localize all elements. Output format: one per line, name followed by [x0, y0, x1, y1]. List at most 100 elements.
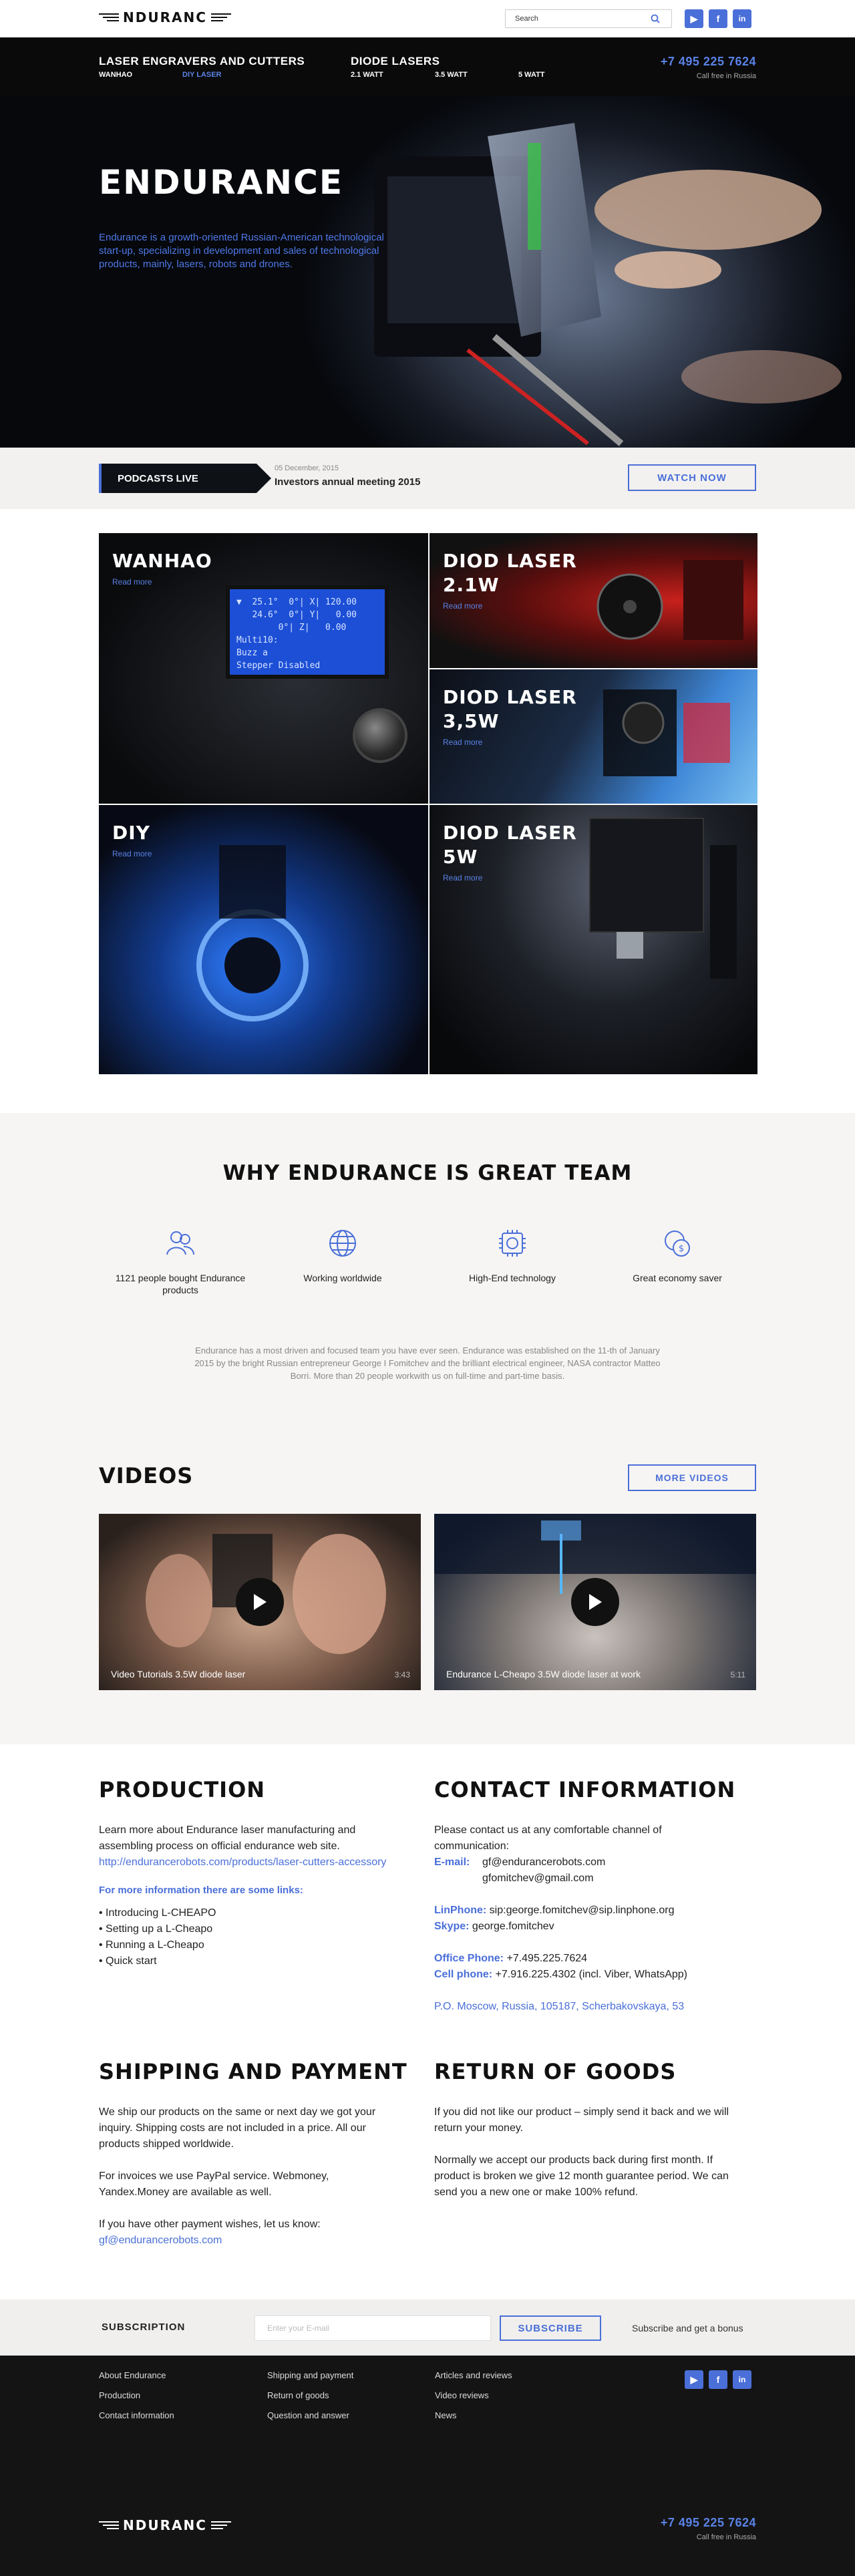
- search-icon[interactable]: [646, 9, 665, 28]
- link-introducing[interactable]: • Introducing L-CHEAPO: [99, 1907, 216, 1919]
- linkedin-icon[interactable]: in: [733, 9, 751, 28]
- feature-label: High-End technology: [469, 1273, 556, 1283]
- nav-diode-lasers[interactable]: DIODE LASERS: [351, 55, 440, 68]
- footer-link[interactable]: Articles and reviews: [435, 2370, 512, 2380]
- why-section: WHY ENDURANCE IS GREAT TEAM 1121 people …: [0, 1113, 855, 1744]
- email-field[interactable]: [254, 2315, 491, 2341]
- facebook-icon[interactable]: f: [709, 9, 727, 28]
- contact-address: P.O. Moscow, Russia, 105187, Scherbakovs…: [434, 2001, 685, 2012]
- logo-text: NDURANC: [123, 9, 207, 25]
- chip-icon: [499, 1230, 526, 1257]
- returns-title: RETURN OF GOODS: [434, 2059, 677, 2084]
- users-icon: [166, 1231, 194, 1255]
- product-tile-diod-3-5w[interactable]: DIOD LASER 3,5W Read more: [430, 669, 757, 804]
- product-tile-diy[interactable]: DIY Read more: [99, 805, 428, 1074]
- youtube-icon[interactable]: ▶: [685, 2370, 703, 2389]
- contact-intro: Please contact us at any comfortable cha…: [434, 1824, 662, 1852]
- contact-cell-phone: Cell phone: +7.916.225.4302 (incl. Viber…: [434, 1969, 688, 1980]
- link-running[interactable]: • Running a L-Cheapo: [99, 1939, 204, 1951]
- product-title: WANHAO: [112, 550, 212, 572]
- nav-laser-engravers[interactable]: LASER ENGRAVERS AND CUTTERS: [99, 55, 305, 68]
- video-caption: Video Tutorials 3.5W diode laser: [111, 1669, 246, 1679]
- footer-link[interactable]: Production: [99, 2390, 174, 2400]
- search-input[interactable]: [506, 15, 646, 23]
- nav-3-5-watt[interactable]: 3.5 WATT: [435, 71, 468, 79]
- feature-item: 1121 people bought Endurance products: [114, 1227, 247, 1296]
- footer-link[interactable]: Return of goods: [267, 2390, 353, 2400]
- links-heading: For more information there are some link…: [99, 1885, 303, 1896]
- footer-phone-block: +7 495 225 7624 Call free in Russia: [661, 2516, 756, 2541]
- nav-diy-laser[interactable]: DIY LASER: [182, 71, 221, 79]
- footer-col-3: Articles and reviews Video reviews News: [435, 2370, 512, 2420]
- shipping-title: SHIPPING AND PAYMENT: [99, 2059, 407, 2084]
- podcast-title[interactable]: Investors annual meeting 2015: [275, 476, 420, 488]
- hero-description: Endurance is a growth-oriented Russian-A…: [99, 232, 384, 270]
- watch-now-button[interactable]: WATCH NOW: [628, 464, 756, 491]
- nav-5-watt[interactable]: 5 WATT: [518, 71, 545, 79]
- read-more-link[interactable]: Read more: [443, 601, 482, 611]
- read-more-link[interactable]: Read more: [112, 577, 152, 587]
- logo-wing-icon: [210, 2521, 231, 2529]
- footer-link[interactable]: Contact information: [99, 2410, 174, 2420]
- video-card[interactable]: Endurance L-Cheapo 3.5W diode laser at w…: [434, 1514, 756, 1690]
- footer-link[interactable]: Question and answer: [267, 2410, 353, 2420]
- footer-link[interactable]: Video reviews: [435, 2390, 512, 2400]
- footer-link[interactable]: Shipping and payment: [267, 2370, 353, 2380]
- svg-text:$: $: [679, 1244, 684, 1254]
- facebook-icon[interactable]: f: [709, 2370, 727, 2389]
- youtube-icon[interactable]: ▶: [685, 9, 703, 28]
- top-bar: NDURANC ▶ f in: [0, 0, 855, 37]
- podcast-date: 05 December, 2015: [275, 464, 339, 472]
- logo-wing-icon: [210, 13, 231, 21]
- footer-link[interactable]: News: [435, 2410, 512, 2420]
- video-caption: Endurance L-Cheapo 3.5W diode laser at w…: [446, 1669, 641, 1679]
- contact-linphone: LinPhone: sip:george.fomitchev@sip.linph…: [434, 1905, 675, 1916]
- product-tile-wanhao[interactable]: ▼ 25.1° 0°| X| 120.00 24.6° 0°| Y| 0.00 …: [99, 533, 428, 804]
- product-tile-diod-2-1w[interactable]: DIOD LASER 2.1W Read more: [430, 533, 757, 668]
- product-title: DIY: [112, 822, 150, 844]
- nav-2-1-watt[interactable]: 2.1 WATT: [351, 71, 383, 79]
- email-link[interactable]: gf@endurancerobots.com: [482, 1855, 605, 1871]
- videos-title: VIDEOS: [99, 1463, 194, 1488]
- hero-banner: ENDURANCE Endurance is a growth-oriented…: [0, 96, 855, 448]
- read-more-link[interactable]: Read more: [443, 873, 482, 882]
- email-link[interactable]: gfomitchev@gmail.com: [482, 1871, 594, 1887]
- footer-link[interactable]: About Endurance: [99, 2370, 174, 2380]
- logo[interactable]: NDURANC: [99, 9, 231, 25]
- linkedin-icon[interactable]: in: [733, 2370, 751, 2389]
- feature-label: Working worldwide: [303, 1273, 382, 1283]
- search-box: [505, 9, 672, 28]
- subscription-note: Subscribe and get a bonus: [632, 2323, 743, 2333]
- nav-wanhao[interactable]: WANHAO: [99, 71, 132, 79]
- logo-text: NDURANC: [123, 2517, 207, 2533]
- footer-col-1: About Endurance Production Contact infor…: [99, 2370, 174, 2420]
- shipping-email-link[interactable]: gf@endurancerobots.com: [99, 2235, 222, 2246]
- fan-illustration: [196, 845, 309, 1021]
- feature-item: Working worldwide: [276, 1227, 409, 1284]
- play-icon[interactable]: [571, 1578, 619, 1626]
- printer-knob: [353, 708, 407, 763]
- product-title: DIOD LASER 5W: [443, 822, 577, 868]
- hero-title: ENDURANCE: [99, 163, 343, 202]
- phone-number[interactable]: +7 495 225 7624: [661, 2516, 756, 2530]
- footer-logo[interactable]: NDURANC: [99, 2517, 231, 2533]
- returns-text-2: Normally we accept our products back dur…: [434, 2154, 729, 2198]
- read-more-link[interactable]: Read more: [443, 738, 482, 747]
- link-quick-start[interactable]: • Quick start: [99, 1955, 157, 1967]
- product-tile-diod-5w[interactable]: DIOD LASER 5W Read more: [430, 805, 757, 1074]
- podcast-strip: PODCASTS LIVE 05 December, 2015 Investor…: [0, 448, 855, 509]
- phone-note: Call free in Russia: [696, 72, 756, 80]
- video-card[interactable]: Video Tutorials 3.5W diode laser 3:43: [99, 1514, 421, 1690]
- read-more-link[interactable]: Read more: [112, 849, 152, 858]
- shipping-text-3: If you have other payment wishes, let us…: [99, 2219, 321, 2246]
- subscribe-button[interactable]: SUBSCRIBE: [500, 2315, 601, 2341]
- main-nav: LASER ENGRAVERS AND CUTTERS WANHAO DIY L…: [0, 37, 855, 96]
- production-url-link[interactable]: http://endurancerobots.com/products/lase…: [99, 1857, 386, 1868]
- phone-number[interactable]: +7 495 225 7624: [661, 55, 756, 69]
- more-videos-button[interactable]: MORE VIDEOS: [628, 1464, 756, 1491]
- feature-item: $ Great economy saver: [611, 1227, 744, 1284]
- product-grid: ▼ 25.1° 0°| X| 120.00 24.6° 0°| Y| 0.00 …: [99, 533, 757, 1074]
- product-title: DIOD LASER 3,5W: [443, 686, 577, 732]
- play-icon[interactable]: [236, 1578, 284, 1626]
- link-setting-up[interactable]: • Setting up a L-Cheapo: [99, 1923, 212, 1935]
